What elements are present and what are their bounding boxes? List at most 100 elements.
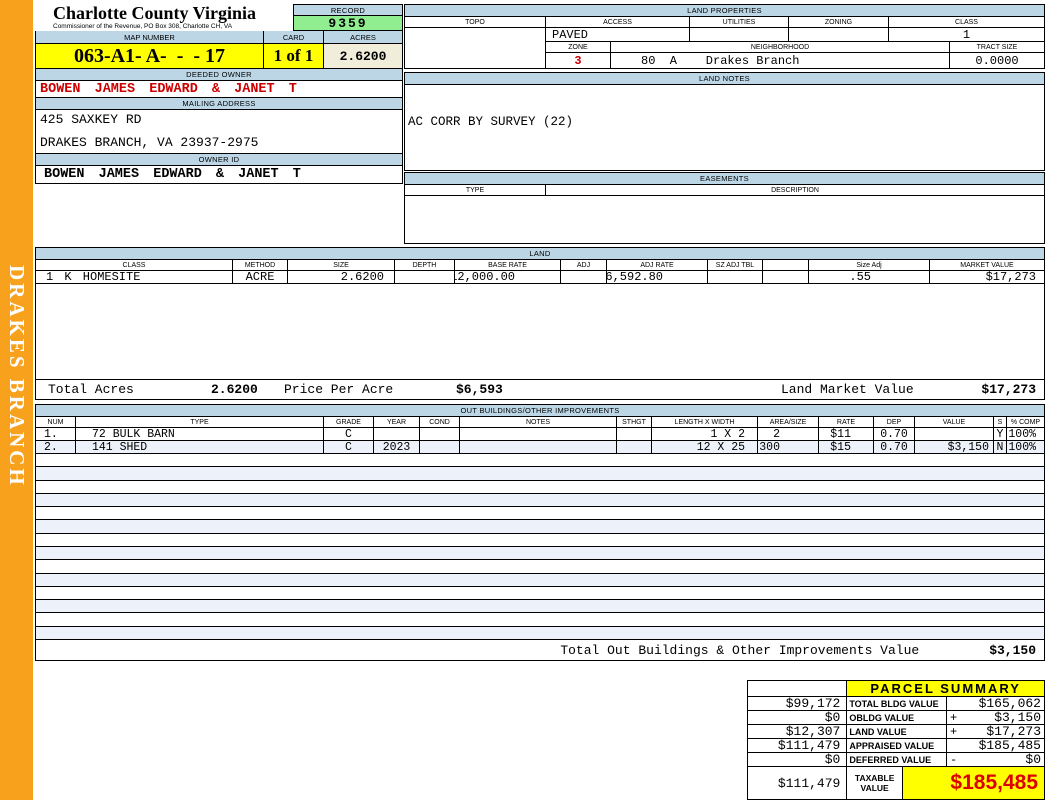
map-number-value: 063-A1- A- - - 17 [36,44,264,69]
col-adj-rate: ADJ RATE [607,260,708,270]
land-class: 1 K HOMESITE [36,271,233,283]
ob-cond [420,441,460,453]
col-s: S [994,417,1007,427]
col-utilities: UTILITIES [690,17,789,27]
deeded-owner-value: BOWEN JAMES EDWARD & JANET T [36,81,402,98]
summary-value: $17,273 [986,724,1041,739]
ob-area-size: 2 [758,428,819,440]
land-note-line1: AC CORR BY SURVEY (22) [408,115,574,129]
col-base-rate: BASE RATE [455,260,561,270]
ob-s: Y [994,428,1007,440]
land-size: 2.6200 [288,271,395,283]
zone-spacer [405,53,546,68]
summary-value: $185,485 [960,738,1044,753]
parcel-summary-section: PARCEL SUMMARY $99,172 TOTAL BLDG VALUE … [747,680,1045,800]
col-market-value: MARKET VALUE [930,260,1044,270]
ob-notes [460,428,617,440]
county-title-block: Charlotte County Virginia Commissioner o… [35,4,293,31]
zone-value: 3 [546,53,611,68]
zone-label: ZONE [546,42,611,53]
col-num: NUM [36,417,76,427]
utilities-value [690,28,789,42]
col-area-size: AREA/SIZE [758,417,819,427]
land-properties-title: LAND PROPERTIES [405,5,1044,17]
neighborhood-value: 80 A Drakes Branch [611,53,950,68]
col-cond: COND [420,417,460,427]
land-empty-area [36,284,1044,380]
ob-year: 2023 [374,441,420,453]
ob-dep: 0.70 [874,428,915,440]
land-notes-body: AC CORR BY SURVEY (22) 2.62 Total Acres [405,85,1044,189]
ob-sthgt [617,441,652,453]
col-sthgt: STHGT [617,417,652,427]
taxable-value: $185,485 [902,767,1044,799]
land-base-rate: 12,000.00 [455,271,561,283]
col-depth: DEPTH [395,260,455,270]
ob-rate: $11 [819,428,874,440]
land-depth [395,271,455,283]
access-value: PAVED [546,28,690,42]
ob-pct-comp: 100% [1008,428,1036,440]
land-market-value: $17,273 [985,271,1036,283]
summary-row-obldg: $0 OBLDG VALUE + $3,150 [748,710,1044,725]
taxable-prior-value: $111,479 [748,767,848,799]
col-access: ACCESS [546,17,690,27]
ob-type: 141 SHED [76,441,324,453]
page-subtitle: Commissioner of the Revenue, PO Box 308,… [53,23,233,30]
summary-op [946,738,961,752]
ob-length-width: 1 X 2 [652,428,758,440]
zone-spacer [405,42,546,53]
col-rate: RATE [819,417,874,427]
summary-label: APPRAISED VALUE [847,739,947,752]
topo-value [405,28,546,42]
ob-num: 1. [36,428,76,440]
ob-value: $3,150 [915,441,994,453]
mailing-address-line1: 425 SAXKEY RD [40,112,142,127]
neighborhood-label: NEIGHBORHOOD [611,42,950,53]
total-acres-value: 2.6200 [211,382,258,397]
ob-num: 2. [36,441,76,453]
summary-row-taxable: $111,479 TAXABLE VALUE $185,485 [748,767,1044,799]
col-sz-adj-tbl: SZ ADJ TBL [708,260,763,270]
col-value: VALUE [915,417,994,427]
prior-value: $99,172 [748,696,848,711]
out-buildings-title: OUT BUILDINGS/OTHER IMPROVEMENTS [36,405,1044,417]
out-buildings-total-value: $3,150 [989,642,1036,658]
land-totals-row: Total Acres 2.6200 Price Per Acre $6,593… [36,380,1044,399]
land-sz-adj-tbl [708,271,763,283]
zoning-value [789,28,889,42]
col-spare [763,260,809,270]
page-title: Charlotte County Virginia [53,3,257,23]
out-buildings-total-row: Total Out Buildings & Other Improvements… [36,640,1044,660]
out-buildings-total-label: Total Out Buildings & Other Improvements… [560,642,920,658]
col-easement-description: DESCRIPTION [546,185,1044,195]
ob-type: 72 BULK BARN [76,428,324,440]
land-title: LAND [36,248,1044,260]
summary-row-deferred: $0 DEFERRED VALUE - $0 [748,752,1044,767]
card-label: CARD [264,31,324,44]
price-per-acre-label: Price Per Acre [284,382,394,397]
land-row: 1 K HOMESITE ACRE 2.6200 12,000.00 6,592… [36,271,1044,284]
easements-section: EASEMENTS TYPE DESCRIPTION [404,172,1045,244]
summary-row-total-bldg: $99,172 TOTAL BLDG VALUE $165,062 [748,696,1044,711]
col-zoning: ZONING [789,17,889,27]
header-block: Charlotte County Virginia Commissioner o… [35,4,403,184]
owner-id-label: OWNER ID [36,154,402,166]
ob-rate: $15 [819,441,874,453]
summary-row-appraised: $111,479 APPRAISED VALUE $185,485 [748,738,1044,753]
acres-label: ACRES [324,31,402,44]
prior-value: $0 [748,710,848,725]
summary-op: - [950,752,958,767]
land-adj [561,271,607,283]
summary-value: $0 [1025,752,1041,767]
prior-value: $111,479 [748,738,848,753]
ob-grade: C [324,428,374,440]
land-spare [763,271,809,283]
land-adj-rate: 6,592.80 [607,271,708,283]
col-size-adj: Size Adj [809,260,930,270]
acres-value: 2.6200 [324,44,402,69]
price-per-acre-value: $6,593 [456,382,503,397]
prior-value: $0 [748,752,848,767]
ob-pct-comp: 100% [1008,441,1036,453]
owner-id-value: BOWEN JAMES EDWARD & JANET T [44,167,301,182]
